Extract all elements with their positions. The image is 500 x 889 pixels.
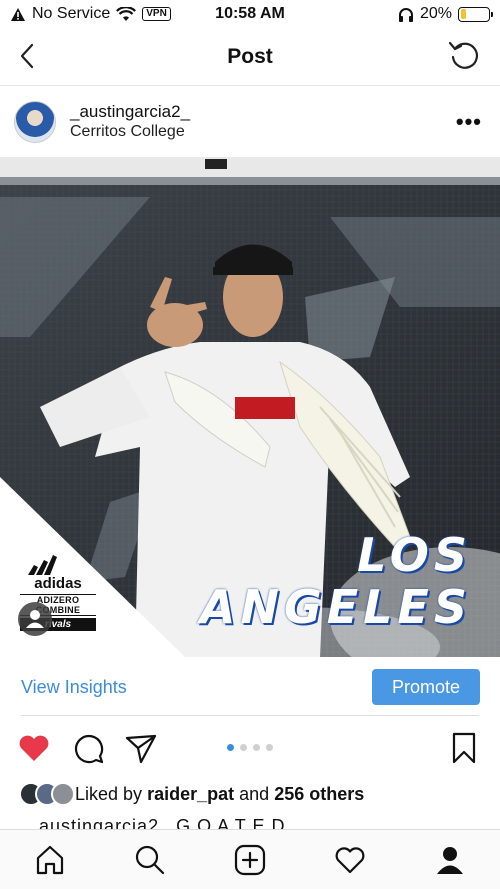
tab-search[interactable] <box>132 842 168 878</box>
home-icon <box>36 845 64 874</box>
carousel-dot <box>266 744 273 751</box>
wifi-icon <box>116 6 137 21</box>
back-arrow-icon[interactable] <box>14 40 46 72</box>
avatar[interactable] <box>14 101 56 143</box>
bookmark-icon[interactable] <box>446 730 482 766</box>
more-options-icon[interactable]: ••• <box>452 109 486 135</box>
profile-icon <box>437 846 463 874</box>
tab-profile[interactable] <box>432 842 468 878</box>
tab-new-post[interactable] <box>232 842 268 878</box>
user-silhouette-icon <box>26 610 44 628</box>
divider <box>21 715 479 716</box>
location-link[interactable]: Cerritos College <box>70 122 452 142</box>
carousel-dot <box>240 744 247 751</box>
username-link[interactable]: _austingarcia2_ <box>70 102 452 122</box>
status-right: 20% <box>320 5 493 23</box>
battery-icon <box>458 6 493 22</box>
vpn-badge: VPN <box>142 7 171 21</box>
likes-others[interactable]: 256 others <box>274 784 364 805</box>
adidas-logo-icon <box>28 555 57 575</box>
tab-bar <box>0 829 500 889</box>
likes-prefix: Liked by <box>75 783 143 804</box>
liker-avatar <box>51 782 75 806</box>
user-meta: _austingarcia2_ Cerritos College <box>70 102 452 142</box>
comment-icon[interactable] <box>70 730 106 766</box>
share-icon[interactable] <box>123 730 159 766</box>
status-left: No Service VPN <box>10 5 180 23</box>
insights-row: View Insights Promote <box>0 658 500 716</box>
carrier-label: No Service <box>32 5 111 22</box>
liker-avatars <box>19 782 75 806</box>
warning-icon <box>11 7 25 21</box>
carousel-dot <box>227 744 234 751</box>
action-row <box>0 726 500 772</box>
nav-header: Post <box>0 28 500 86</box>
page-title: Post <box>227 44 273 68</box>
post-header: _austingarcia2_ Cerritos College ••• <box>0 88 500 156</box>
tab-activity[interactable] <box>332 842 368 878</box>
liker-username[interactable]: raider_pat <box>147 784 234 805</box>
view-insights-link[interactable]: View Insights <box>21 677 127 698</box>
post-image[interactable]: LOS ANGELES adidas ADIZERO COMBINE rival… <box>0 157 500 657</box>
status-time: 10:58 AM <box>215 5 285 22</box>
likes-joiner: and <box>239 783 270 804</box>
headphones-icon <box>398 7 413 22</box>
search-icon <box>135 845 165 874</box>
city-line-2: ANGELES <box>199 580 472 634</box>
heart-outline-icon <box>335 846 365 873</box>
heart-filled-icon[interactable] <box>16 730 52 766</box>
likes-row[interactable]: Liked by raider_pat and 256 others <box>19 780 364 808</box>
carousel-dots <box>227 744 273 751</box>
add-post-icon <box>234 844 266 875</box>
carousel-dot <box>253 744 260 751</box>
refresh-icon[interactable] <box>446 38 482 74</box>
brand-name: adidas <box>34 575 82 592</box>
battery-level <box>460 9 466 19</box>
status-bar: No Service VPN 10:58 AM 20% <box>0 0 500 28</box>
tab-home[interactable] <box>32 842 68 878</box>
tagged-people-icon[interactable] <box>18 602 52 636</box>
promote-button[interactable]: Promote <box>372 669 480 705</box>
battery-percent: 20% <box>419 5 452 22</box>
city-line-1: LOS <box>357 528 472 582</box>
city-overlay: LOS ANGELES <box>200 529 472 633</box>
